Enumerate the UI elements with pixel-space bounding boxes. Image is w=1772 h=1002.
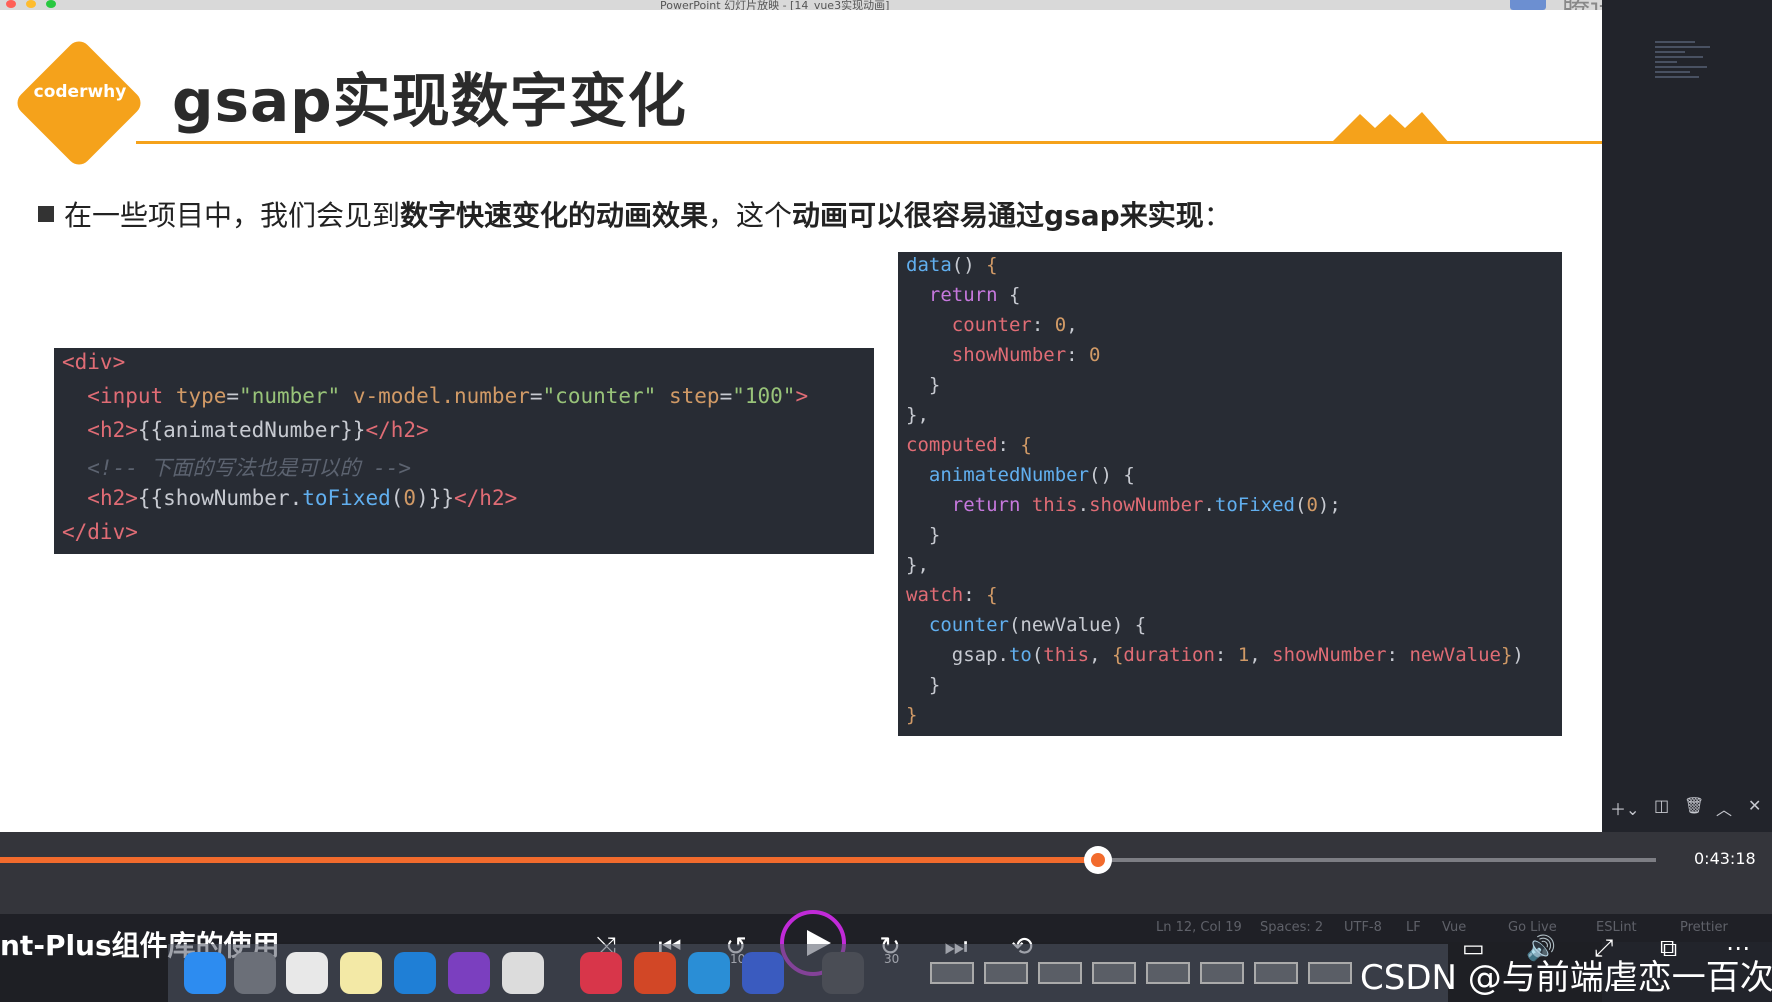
code-line: gsap.to(this, {duration: 1, showNumber: … <box>906 644 1524 666</box>
split-terminal-icon[interactable]: ◫ <box>1654 796 1669 815</box>
onenote-icon[interactable] <box>448 952 490 994</box>
code-line: } <box>906 704 918 726</box>
status-language[interactable]: Vue <box>1442 920 1466 935</box>
bullet-square-icon <box>38 206 54 222</box>
status-indentation[interactable]: Spaces: 2 <box>1260 920 1323 935</box>
code-line: </div> <box>62 520 138 544</box>
code-line: animatedNumber() { <box>928 464 1135 486</box>
window-thumbnail[interactable] <box>1254 962 1298 984</box>
trash-icon[interactable]: 🗑 <box>1684 796 1704 815</box>
code-line: counter: 0, <box>951 314 1078 336</box>
template-code-block: <div> <input type="number" v-model.numbe… <box>54 348 874 554</box>
status-line-ending[interactable]: LF <box>1406 920 1421 935</box>
video-editor-icon[interactable] <box>742 952 784 994</box>
code-line: }, <box>906 404 929 426</box>
status-prettier[interactable]: Prettier <box>1680 920 1728 935</box>
code-line: } <box>906 524 941 546</box>
slide-bullet: 在一些项目中，我们会见到数字快速变化的动画效果，这个动画可以很容易通过gsap来… <box>38 194 1232 234</box>
window-thumbnail[interactable] <box>1200 962 1244 984</box>
close-icon[interactable]: ✕ <box>1748 796 1761 815</box>
progress-scrubber[interactable] <box>1084 846 1112 874</box>
zoom-window-button[interactable] <box>46 0 56 8</box>
code-line: computed: { <box>906 434 1032 456</box>
finder-icon[interactable] <box>184 952 226 994</box>
code-line: return { <box>928 284 1021 306</box>
window-thumbnail[interactable] <box>1308 962 1352 984</box>
powerpoint-icon[interactable] <box>634 952 676 994</box>
notes-icon[interactable] <box>340 952 382 994</box>
vscode-icon[interactable] <box>394 952 436 994</box>
window-thumbnail[interactable] <box>984 962 1028 984</box>
status-cursor-position[interactable]: Ln 12, Col 19 <box>1156 920 1242 935</box>
playback-time: 0:43:18 <box>1694 849 1756 868</box>
bullet-text: ，这个 <box>708 199 793 232</box>
bullet-bold-text: 动画可以很容易通过gsap来实现 <box>792 199 1204 232</box>
code-line: } <box>906 374 941 396</box>
progress-fill <box>0 857 1098 863</box>
mountain-decoration-icon <box>1330 112 1450 144</box>
logo-text: coderwhy <box>33 82 127 102</box>
typora-icon[interactable] <box>502 952 544 994</box>
coderwhy-logo <box>12 36 146 170</box>
slide-title: gsap实现数字变化 <box>172 67 687 135</box>
bullet-bold-text: 数字快速变化的动画效果 <box>400 199 709 232</box>
close-window-button[interactable] <box>6 0 16 8</box>
code-line: showNumber: 0 <box>951 344 1101 366</box>
window-thumbnail[interactable] <box>1146 962 1190 984</box>
code-line: watch: { <box>906 584 998 606</box>
status-go-live[interactable]: Go Live <box>1508 920 1557 935</box>
code-line: }, <box>906 554 929 576</box>
bullet-text: ： <box>1203 199 1232 232</box>
editor-minimap[interactable] <box>1655 38 1715 108</box>
code-line: } <box>906 674 941 696</box>
code-line: <h2>{{animatedNumber}}</h2> <box>87 418 429 442</box>
tencent-classroom-logo-icon <box>1510 0 1546 10</box>
document-icon[interactable] <box>822 952 864 994</box>
window-thumbnail[interactable] <box>1038 962 1082 984</box>
launchpad-icon[interactable] <box>234 952 276 994</box>
chevron-up-icon[interactable]: ︿ <box>1716 796 1732 820</box>
status-eslint[interactable]: ESLint <box>1596 920 1637 935</box>
bullet-text: 在一些项目中，我们会见到 <box>64 199 401 232</box>
window-thumbnail[interactable] <box>930 962 974 984</box>
window-thumbnail[interactable] <box>1092 962 1136 984</box>
add-terminal-icon[interactable]: ＋⌄ <box>1610 796 1639 820</box>
chrome-icon[interactable] <box>286 952 328 994</box>
netease-music-icon[interactable] <box>580 952 622 994</box>
code-line: return this.showNumber.toFixed(0); <box>951 494 1341 516</box>
code-line: <h2>{{showNumber.toFixed(0)}}</h2> <box>87 486 518 510</box>
code-line: <input type="number" v-model.number="cou… <box>87 384 809 408</box>
status-encoding[interactable]: UTF-8 <box>1344 920 1382 935</box>
minimize-window-button[interactable] <box>26 0 36 8</box>
video-player-bar <box>0 832 1772 914</box>
tencent-classroom-icon[interactable] <box>688 952 730 994</box>
csdn-watermark: CSDN @与前端虐恋一百次 <box>1360 958 1772 998</box>
terminal-toolbar: ＋⌄ ◫ 🗑 ︿ ✕ <box>1602 796 1772 820</box>
code-line: data() { <box>906 254 998 276</box>
code-line: counter(newValue) { <box>928 614 1147 636</box>
code-line: <!-- 下面的写法也是可以的 --> <box>62 456 412 480</box>
code-line: <div> <box>62 350 126 374</box>
script-code-block: data() { return { counter: 0, showNumber… <box>898 252 1562 736</box>
